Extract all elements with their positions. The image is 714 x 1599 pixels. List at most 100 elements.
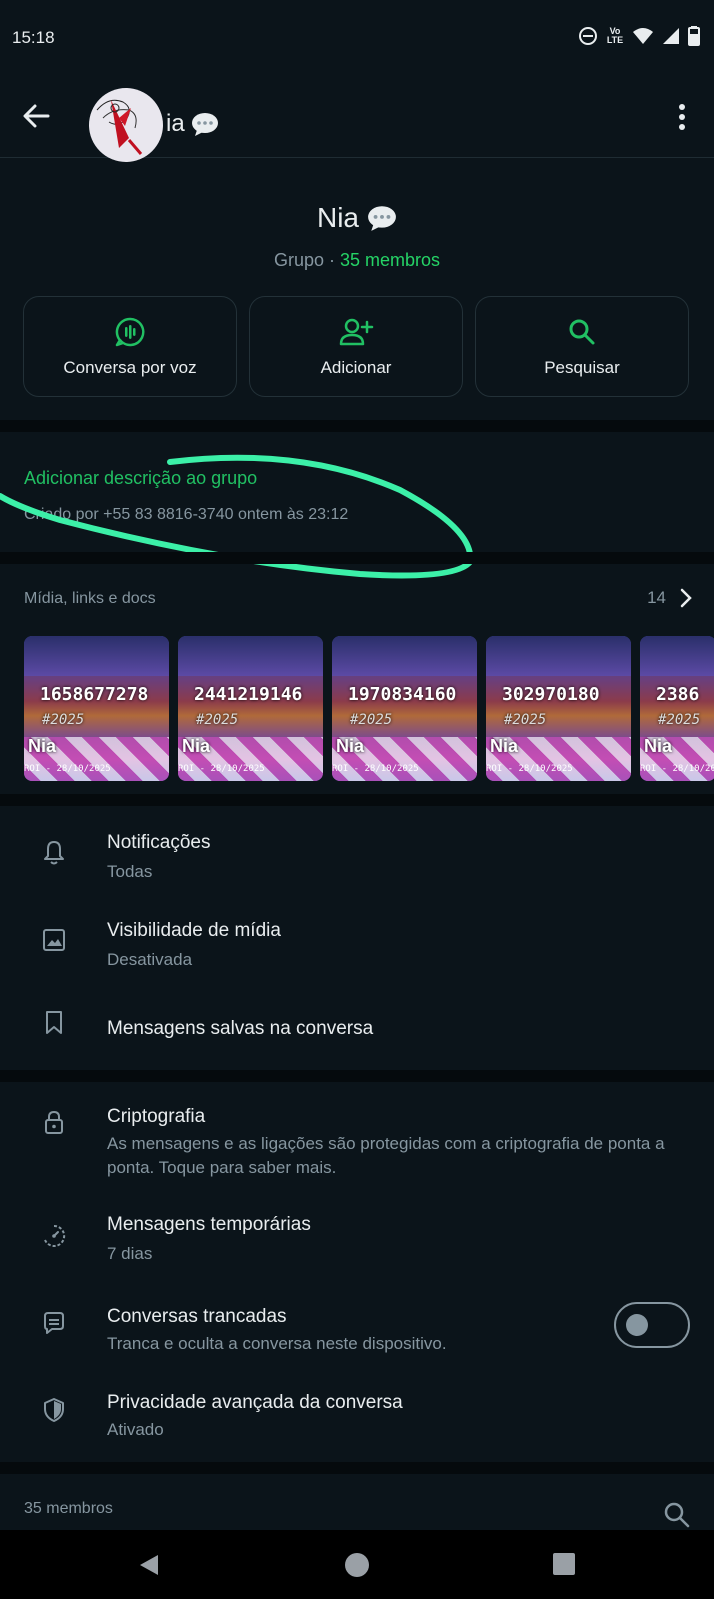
toggle-knob (626, 1314, 648, 1336)
volte-icon: Vo LTE (606, 26, 624, 45)
locked-chats-title: Conversas trancadas (107, 1306, 287, 1327)
add-person-icon (339, 318, 374, 345)
advanced-privacy-row[interactable]: Privacidade avançada da conversa Ativado (0, 1374, 714, 1462)
thumbnail-tag: #2025 (42, 712, 85, 728)
temporary-messages-row[interactable]: Mensagens temporárias 7 dias (0, 1194, 714, 1286)
system-nav-bar (0, 1530, 714, 1599)
chevron-right-icon[interactable] (678, 586, 694, 610)
nav-back-icon[interactable] (136, 1552, 162, 1578)
locked-chats-row[interactable]: Conversas trancadas Tranca e oculta a co… (0, 1286, 714, 1374)
thumbnail-name: Nia (336, 736, 365, 756)
image-icon (43, 929, 65, 951)
temporary-messages-subtitle: 7 dias (107, 1244, 153, 1263)
advanced-privacy-title: Privacidade avançada da conversa (107, 1392, 403, 1413)
media-thumbnail[interactable]: 1658677278 #2025 Nia ROI - 28/10/2025 (24, 636, 169, 781)
timer-icon (44, 1224, 66, 1247)
shield-icon (44, 1398, 64, 1422)
thumbnail-name: Nia (182, 736, 211, 756)
created-by-text: Criado por +55 83 8816-3740 ontem às 23:… (24, 506, 349, 523)
media-visibility-row[interactable]: Visibilidade de mídia Desativada (0, 896, 714, 984)
status-icons: Vo LTE (578, 26, 700, 46)
app-bar-title-text: ia (166, 110, 185, 137)
avatar-drawing-icon (96, 99, 143, 155)
thumbnail-number: 1658677278 (40, 684, 149, 705)
signal-icon (663, 28, 679, 44)
bookmark-icon (46, 1011, 62, 1034)
add-member-button[interactable]: Adicionar (249, 296, 463, 397)
back-arrow-icon[interactable] (20, 100, 52, 132)
divider (0, 552, 714, 564)
thumbnail-tag: #2025 (658, 712, 701, 728)
locked-chat-icon (44, 1312, 64, 1334)
voice-chat-button[interactable]: Conversa por voz (23, 296, 237, 397)
add-member-label: Adicionar (320, 357, 392, 377)
voice-chat-icon (115, 317, 145, 346)
thumbnail-tag: #2025 (350, 712, 393, 728)
more-options-icon[interactable] (676, 102, 688, 132)
search-icon (569, 319, 595, 344)
status-bar: 15:18 Vo LTE (0, 0, 714, 76)
thumbnail-number: 2386 (656, 684, 700, 705)
speech-bubble-emoji-icon (368, 206, 396, 231)
lock-icon (45, 1110, 63, 1134)
search-label: Pesquisar (544, 357, 620, 377)
thumbnail-name: Nia (644, 736, 673, 756)
media-count[interactable]: 14 (647, 588, 666, 608)
notifications-subtitle: Todas (107, 862, 153, 881)
media-thumbnails: 1658677278 #2025 Nia ROI - 28/10/2025 24… (24, 636, 714, 781)
temporary-messages-title: Mensagens temporárias (107, 1214, 311, 1235)
bell-icon (44, 841, 64, 865)
thumbnail-number: 1970834160 (348, 684, 457, 705)
thumbnail-ceiling (24, 636, 169, 676)
thumbnail-date: ROI - 28/10/2025 (486, 764, 573, 774)
thumbnail-ceiling (640, 636, 714, 676)
group-avatar[interactable] (89, 88, 163, 162)
locked-chats-toggle[interactable] (614, 1302, 690, 1348)
search-button[interactable]: Pesquisar (475, 296, 689, 397)
media-section: Mídia, links e docs 14 1658677278 #2025 … (0, 564, 714, 794)
saved-messages-row[interactable]: Mensagens salvas na conversa (0, 984, 714, 1070)
group-subtitle: Grupo · 35 membros (0, 250, 714, 271)
media-thumbnail[interactable]: 2386 #2025 Nia ROI - 28/10/2025 (640, 636, 714, 781)
divider (0, 1462, 714, 1474)
encryption-subtitle: As mensagens e as ligações são protegida… (107, 1134, 665, 1177)
description-section: Adicionar descrição ao grupo Criado por … (0, 432, 714, 552)
thumbnail-ceiling (486, 636, 631, 676)
group-type: Grupo · (273, 250, 340, 270)
thumbnail-name: Nia (490, 736, 519, 756)
members-count-header: 35 membros (24, 1500, 113, 1517)
nav-home-icon[interactable] (344, 1552, 370, 1578)
locked-chats-subtitle: Tranca e oculta a conversa neste disposi… (107, 1334, 447, 1353)
thumbnail-date: ROI - 28/10/2025 (640, 764, 714, 774)
group-header: Nia Grupo · 35 membros Conversa por voz … (0, 158, 714, 420)
media-visibility-subtitle: Desativada (107, 950, 193, 969)
nav-recents-icon[interactable] (552, 1552, 576, 1576)
add-description-link[interactable]: Adicionar descrição ao grupo (24, 468, 257, 489)
thumbnail-tag: #2025 (196, 712, 239, 728)
media-thumbnail[interactable]: 2441219146 #2025 Nia ROI - 28/10/2025 (178, 636, 323, 781)
action-buttons: Conversa por voz Adicionar Pesquisar (23, 296, 689, 397)
media-thumbnail[interactable]: 302970180 #2025 Nia ROI - 28/10/2025 (486, 636, 631, 781)
divider (0, 1070, 714, 1082)
encryption-title: Criptografia (107, 1106, 206, 1127)
notifications-title: Notificações (107, 832, 211, 853)
media-header[interactable]: Mídia, links e docs (24, 590, 156, 608)
notifications-row[interactable]: Notificações Todas (0, 806, 714, 896)
app-bar-title[interactable]: ia (166, 110, 219, 138)
thumbnail-number: 2441219146 (194, 684, 303, 705)
advanced-privacy-subtitle: Ativado (107, 1420, 164, 1439)
divider (0, 794, 714, 806)
group-name-text: Nia (316, 202, 359, 233)
thumbnail-date: ROI - 28/10/2025 (332, 764, 419, 774)
members-link[interactable]: 35 membros (340, 250, 440, 270)
media-visibility-title: Visibilidade de mídia (107, 920, 281, 941)
thumbnail-ceiling (178, 636, 323, 676)
encryption-row[interactable]: Criptografia As mensagens e as ligações … (0, 1082, 714, 1194)
do-not-disturb-icon (579, 27, 597, 45)
speech-bubble-emoji-icon (191, 113, 218, 136)
search-icon[interactable] (662, 1500, 692, 1530)
media-thumbnail[interactable]: 1970834160 #2025 Nia ROI - 28/10/2025 (332, 636, 477, 781)
thumbnail-date: ROI - 28/10/2025 (24, 764, 111, 774)
app-bar: ia (0, 76, 714, 162)
thumbnail-name: Nia (28, 736, 57, 756)
